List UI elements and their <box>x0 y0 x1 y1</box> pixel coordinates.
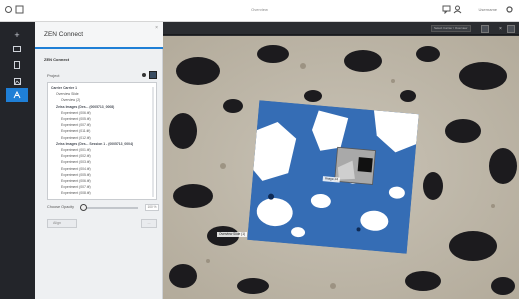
opacity-value-field[interactable]: 100 % <box>145 204 159 211</box>
project-menu-button[interactable] <box>149 71 157 79</box>
tree-item[interactable]: Experiment (007.tif) <box>61 123 91 128</box>
carrier-select[interactable]: Select Carrier / Overview <box>431 25 471 32</box>
panel-title: ZEN Connect <box>44 31 84 38</box>
tree-scrollbar[interactable] <box>152 87 154 197</box>
opacity-label: Choose Opacity <box>47 205 75 209</box>
tree-item[interactable]: Experiment (008.tif) <box>61 191 91 196</box>
tree-item[interactable]: Experiment (007.tif) <box>61 185 91 190</box>
documents-icon[interactable] <box>6 58 28 72</box>
tree-item[interactable]: Experiment (005.tif) <box>61 117 91 122</box>
title-bar: Overview Username <box>0 0 519 22</box>
tree-item[interactable]: Experiment (012.tif) <box>61 136 91 141</box>
tree-item[interactable]: Zeiss Images (Des... Session 1 - (000571… <box>56 142 133 147</box>
tree-item[interactable]: Experiment (004.tif) <box>61 167 91 172</box>
panel-header: ZEN Connect × <box>35 22 163 49</box>
opacity-slider-handle[interactable] <box>79 204 87 211</box>
project-label: Project <box>47 73 60 78</box>
user-icon[interactable] <box>453 5 462 16</box>
tree-item[interactable]: Overview (2) <box>61 98 80 103</box>
tree-item[interactable]: Experiment (001.tif) <box>61 148 91 153</box>
panel-collapse-icon[interactable]: × <box>155 25 158 31</box>
chat-icon[interactable] <box>442 5 451 16</box>
tree-item[interactable]: Experiment (006.tif) <box>61 179 91 184</box>
close-icon[interactable]: × <box>499 25 502 33</box>
overview-label: Overview Slide (1) <box>217 232 248 237</box>
viewer-toolbar: Select Carrier / Overview × <box>163 22 519 35</box>
project-tree[interactable]: Carrier Carrier 1 Overview Slide Overview … <box>47 82 157 200</box>
tree-item[interactable]: Experiment (005.tif) <box>61 173 91 178</box>
align-button[interactable]: Align <box>47 219 77 228</box>
project-status-icon <box>142 73 146 77</box>
layout-button[interactable] <box>507 25 515 33</box>
overlay-image[interactable]: Image #4 <box>247 100 419 254</box>
tree-item[interactable]: Zeiss Images (Des... (0005713_0008) <box>56 105 114 110</box>
images-icon[interactable] <box>6 74 28 88</box>
image-viewer[interactable]: Select Carrier / Overview × Image #4 Ove… <box>163 22 519 299</box>
tree-item[interactable]: Experiment (003.tif) <box>61 160 91 165</box>
dashboard-icon[interactable] <box>6 42 28 56</box>
tree-item[interactable]: Experiment (002.tif) <box>61 154 91 159</box>
opacity-slider-track[interactable] <box>80 207 138 209</box>
tree-item[interactable]: Carrier Carrier 1 <box>51 86 77 91</box>
tree-item[interactable]: Experiment (006.tif) <box>61 111 91 116</box>
username-label[interactable]: Username <box>479 7 497 12</box>
add-icon[interactable]: + <box>6 28 28 42</box>
section-label: ZEN Connect <box>44 57 70 62</box>
settings-icon[interactable] <box>505 5 514 16</box>
grid-toggle-button[interactable] <box>481 25 489 33</box>
tree-item[interactable]: Experiment (011.tif) <box>61 129 90 134</box>
left-rail: + <box>0 22 35 299</box>
tree-item[interactable]: Overview Slide <box>56 92 79 97</box>
zen-connect-icon[interactable] <box>6 88 28 102</box>
zen-connect-app: Overview Username + ZEN Connect × ZEN Co… <box>0 0 519 299</box>
zen-connect-panel: ZEN Connect × ZEN Connect Project Carrie… <box>35 22 163 299</box>
more-button[interactable]: ... <box>141 219 157 228</box>
